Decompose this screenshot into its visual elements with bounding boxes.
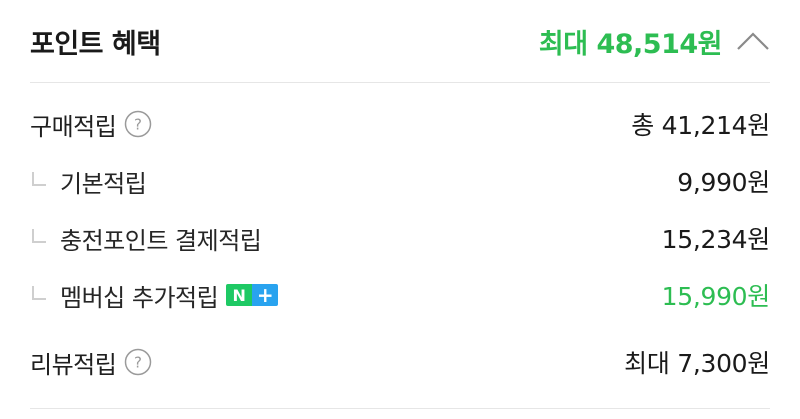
review-points-label: 리뷰적립 (30, 350, 117, 379)
row-label-wrap: 리뷰적립 ? (30, 345, 152, 380)
membership-points-value: 15,990원 (661, 282, 771, 311)
sub-item-mark-icon (32, 229, 46, 243)
purchase-points-label: 구매적립 (30, 112, 117, 141)
row-label-wrap: 기본적립 (30, 164, 147, 199)
row-purchase-points: 구매적립 ? 총 41,214원 (30, 96, 770, 152)
row-label-wrap: 멤버십 추가적립 N + (30, 278, 279, 313)
question-circle-icon[interactable]: ? (124, 348, 152, 376)
review-points-value: 최대 7,300원 (624, 349, 770, 378)
naver-plus-badge: N + (226, 283, 279, 307)
point-benefit-title: 포인트 혜택 (30, 28, 161, 60)
charge-points-label: 충전포인트 결제적립 (60, 226, 262, 255)
row-label-wrap: 구매적립 ? (30, 107, 152, 142)
header-right[interactable]: 최대 48,514원 (539, 22, 770, 61)
row-basic-points: 기본적립 9,990원 (30, 153, 770, 209)
row-charge-points: 충전포인트 결제적립 15,234원 (30, 210, 770, 266)
svg-text:?: ? (134, 116, 142, 134)
badge-plus: + (252, 283, 279, 307)
bottom-divider (30, 408, 770, 409)
question-circle-icon[interactable]: ? (124, 110, 152, 138)
max-points-amount: 최대 48,514원 (538, 28, 723, 60)
svg-text:?: ? (134, 354, 142, 372)
row-label-wrap: 충전포인트 결제적립 (30, 221, 262, 256)
point-benefit-panel: 포인트 혜택 최대 48,514원 구매적립 ? 총 41,214원 기본적립 … (0, 0, 800, 419)
chevron-up-icon[interactable] (736, 30, 770, 52)
badge-n: N (226, 284, 253, 306)
sub-item-mark-icon (32, 172, 46, 186)
point-benefit-header[interactable]: 포인트 혜택 최대 48,514원 (30, 0, 770, 83)
sub-item-mark-icon (32, 286, 46, 300)
row-review-points: 리뷰적립 ? 최대 7,300원 (30, 334, 770, 390)
basic-points-value: 9,990원 (677, 168, 770, 197)
row-membership-points: 멤버십 추가적립 N + 15,990원 (30, 267, 770, 323)
membership-points-label: 멤버십 추가적립 (60, 283, 219, 312)
charge-points-value: 15,234원 (661, 225, 771, 254)
basic-points-label: 기본적립 (60, 169, 147, 198)
purchase-points-value: 총 41,214원 (631, 111, 770, 140)
